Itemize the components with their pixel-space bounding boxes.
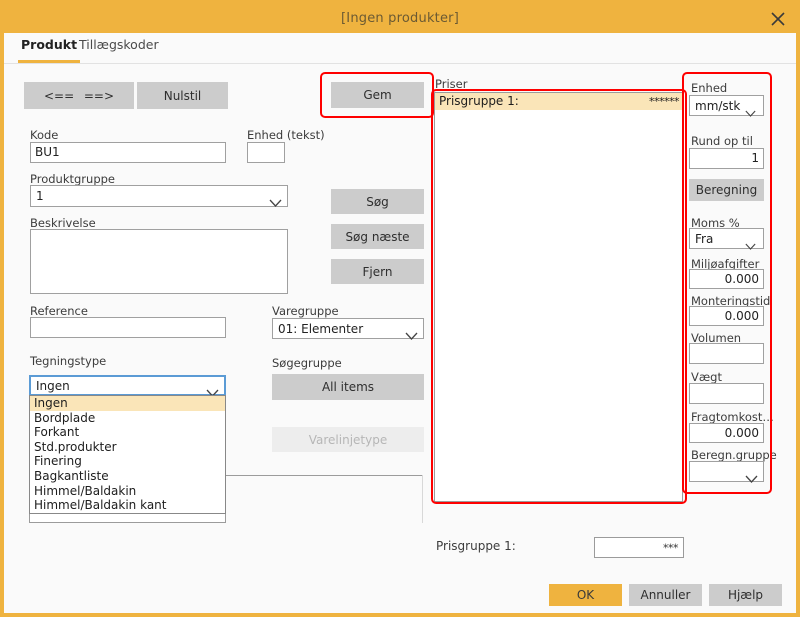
ok-button[interactable]: OK bbox=[549, 584, 622, 606]
tab-bar: Produkt Tillægskoder bbox=[4, 33, 796, 64]
kode-input[interactable]: BU1 bbox=[30, 142, 226, 163]
page-title: [Ingen produkter] bbox=[341, 11, 459, 26]
chevron-down-icon bbox=[405, 325, 418, 340]
save-button[interactable]: Gem bbox=[331, 82, 424, 108]
navigation-button-group[interactable]: <== ==> bbox=[24, 82, 134, 109]
varegruppe-value: 01: Elementer bbox=[278, 321, 364, 336]
list-item[interactable]: Bordplade bbox=[30, 411, 225, 426]
vaegt-input[interactable] bbox=[689, 383, 764, 404]
fragtomkost-input[interactable]: 0.000 bbox=[689, 423, 764, 443]
varelinjetype-button: Varelinjetype bbox=[272, 427, 424, 452]
panel-divider bbox=[225, 475, 423, 476]
all-items-button[interactable]: All items bbox=[272, 374, 424, 400]
chevron-down-icon bbox=[206, 382, 219, 397]
chevron-down-icon bbox=[269, 192, 282, 207]
product-dialog-window: [Ingen produkter] Produkt Tillægskoder <… bbox=[0, 0, 800, 617]
reference-input[interactable] bbox=[30, 317, 226, 338]
rund-op-til-label: Rund op til bbox=[691, 134, 753, 148]
reset-button[interactable]: Nulstil bbox=[137, 82, 228, 109]
list-item[interactable]: Std.produkter bbox=[30, 440, 225, 455]
chevron-down-icon bbox=[745, 468, 758, 483]
fragtomkost-label: Fragtomkost… bbox=[691, 410, 774, 424]
close-icon[interactable] bbox=[766, 7, 790, 31]
soegegruppe-label: Søgegruppe bbox=[272, 356, 342, 370]
varegruppe-select[interactable]: 01: Elementer bbox=[272, 318, 424, 340]
enhed-value: mm/stk bbox=[695, 98, 741, 113]
priser-list-panel[interactable]: Prisgruppe 1: ****** bbox=[434, 92, 683, 502]
beregn-gruppe-select[interactable] bbox=[689, 461, 764, 483]
moms-select[interactable]: Fra bbox=[689, 228, 764, 250]
search-next-button[interactable]: Søg næste bbox=[331, 224, 424, 249]
beskrivelse-label: Beskrivelse bbox=[30, 216, 96, 230]
tegningstype-option-list[interactable]: Ingen Bordplade Forkant Std.produkter Fi… bbox=[29, 395, 226, 514]
list-item[interactable]: Ingen bbox=[30, 396, 225, 411]
cancel-button[interactable]: Annuller bbox=[629, 584, 702, 606]
list-item[interactable]: Himmel/Baldakin bbox=[30, 484, 225, 499]
kode-label: Kode bbox=[30, 128, 59, 142]
help-button[interactable]: Hjælp bbox=[709, 584, 782, 606]
enhed-select[interactable]: mm/stk bbox=[689, 95, 764, 117]
enhed-tekst-input[interactable] bbox=[247, 142, 285, 163]
vaegt-label: Vægt bbox=[691, 370, 722, 384]
bottom-prisgruppe-value: *** bbox=[663, 541, 679, 554]
tegningstype-value: Ingen bbox=[36, 378, 70, 393]
tab-produkt[interactable]: Produkt bbox=[18, 37, 81, 63]
prisgruppe-row-value: ****** bbox=[649, 95, 680, 108]
beskrivelse-textarea[interactable] bbox=[30, 229, 288, 294]
title-bar: [Ingen produkter] bbox=[4, 4, 796, 33]
produktgruppe-label: Produktgruppe bbox=[30, 172, 115, 186]
monteringstid-input[interactable]: 0.000 bbox=[689, 306, 764, 326]
volumen-input[interactable] bbox=[689, 343, 764, 364]
tegningstype-select[interactable]: Ingen bbox=[29, 375, 226, 397]
list-item[interactable]: Bagkantliste bbox=[30, 469, 225, 484]
chevron-down-icon bbox=[745, 102, 758, 117]
beregning-button[interactable]: Beregning bbox=[689, 179, 764, 201]
enhed-label: Enhed bbox=[691, 81, 728, 95]
moms-value: Fra bbox=[695, 231, 714, 246]
reference-label: Reference bbox=[30, 304, 88, 318]
list-item[interactable]: Finering bbox=[30, 454, 225, 469]
prev-record-button[interactable]: <== bbox=[44, 89, 74, 103]
list-item[interactable]: Himmel/Baldakin kant bbox=[30, 498, 225, 513]
table-row[interactable]: Prisgruppe 1: ****** bbox=[435, 93, 682, 110]
rund-op-til-input[interactable]: 1 bbox=[689, 148, 764, 169]
search-button[interactable]: Søg bbox=[331, 189, 424, 214]
list-item[interactable]: Forkant bbox=[30, 425, 225, 440]
panel-divider-vertical bbox=[422, 475, 423, 523]
tegningstype-label: Tegningstype bbox=[30, 354, 107, 368]
produktgruppe-select[interactable]: 1 bbox=[30, 185, 288, 207]
varegruppe-label: Varegruppe bbox=[272, 304, 339, 318]
remove-button[interactable]: Fjern bbox=[331, 259, 424, 284]
prisgruppe-row-name: Prisgruppe 1: bbox=[439, 94, 519, 108]
miljoeafgifter-input[interactable]: 0.000 bbox=[689, 269, 764, 289]
bottom-prisgruppe-input[interactable]: *** bbox=[594, 537, 684, 558]
bottom-prisgruppe-label: Prisgruppe 1: bbox=[436, 539, 516, 553]
priser-label: Priser bbox=[435, 77, 468, 91]
enhed-tekst-label: Enhed (tekst) bbox=[247, 128, 325, 142]
tab-tillaegskoder[interactable]: Tillægskoder bbox=[76, 37, 162, 63]
produktgruppe-value: 1 bbox=[36, 189, 44, 203]
beregn-gruppe-label: Beregn.gruppe bbox=[691, 448, 777, 462]
chevron-down-icon bbox=[745, 235, 758, 250]
next-record-button[interactable]: ==> bbox=[84, 89, 114, 103]
